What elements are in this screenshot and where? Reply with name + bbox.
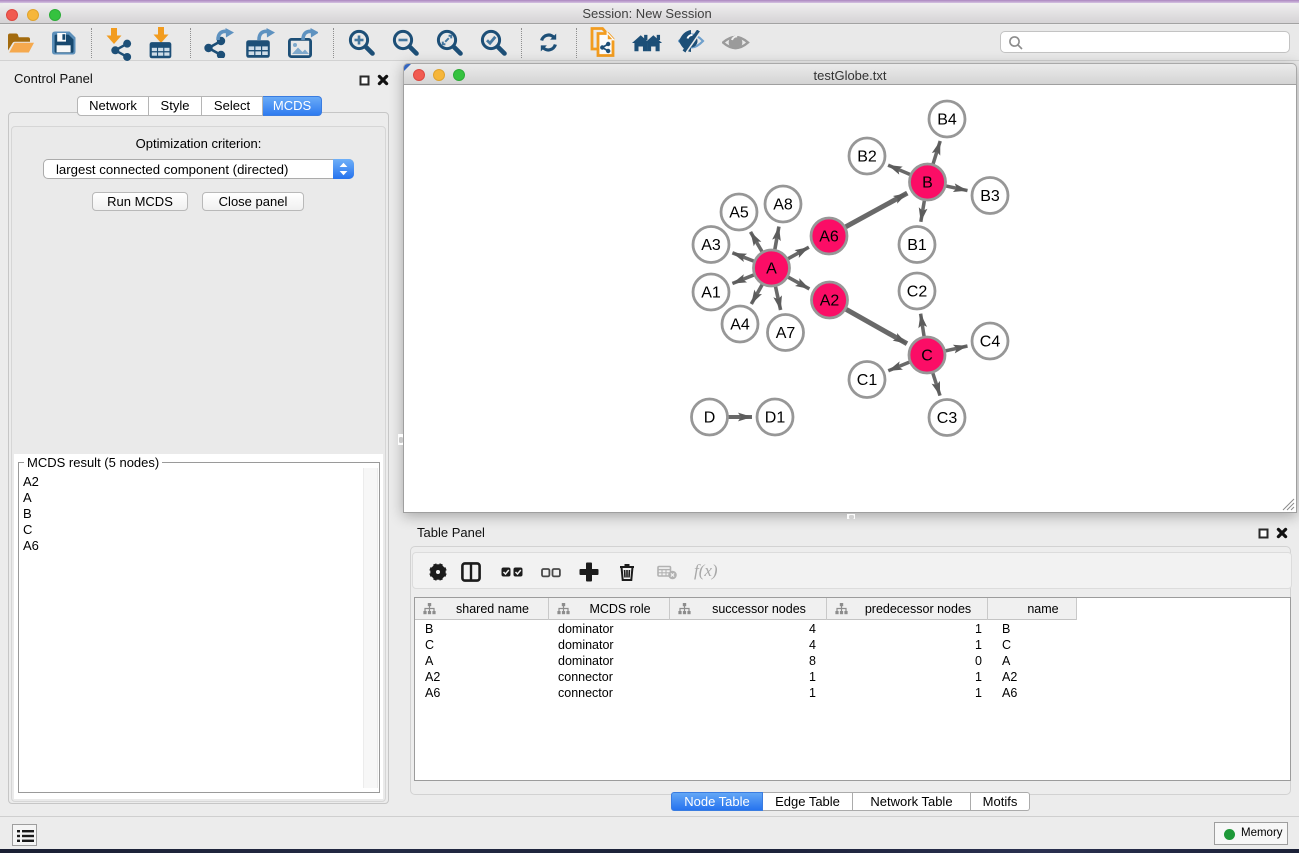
svg-text:A: A [766, 261, 777, 278]
svg-text:C3: C3 [937, 410, 958, 427]
svg-text:B1: B1 [907, 237, 927, 254]
svg-text:D: D [704, 410, 716, 427]
svg-text:C1: C1 [857, 372, 878, 389]
svg-text:B2: B2 [857, 149, 877, 166]
svg-text:D1: D1 [765, 410, 786, 427]
svg-text:B: B [922, 175, 933, 192]
svg-text:B3: B3 [980, 188, 1000, 205]
svg-text:A7: A7 [776, 325, 796, 342]
svg-text:B4: B4 [937, 112, 957, 129]
svg-text:C4: C4 [980, 334, 1001, 351]
svg-text:C: C [921, 348, 933, 365]
svg-text:A5: A5 [729, 205, 749, 222]
svg-text:A3: A3 [701, 237, 721, 254]
svg-text:A1: A1 [701, 285, 721, 302]
svg-text:A4: A4 [730, 317, 750, 334]
svg-text:A6: A6 [819, 229, 839, 246]
svg-text:A2: A2 [820, 293, 840, 310]
svg-text:A8: A8 [773, 197, 793, 214]
svg-text:C2: C2 [907, 284, 928, 301]
